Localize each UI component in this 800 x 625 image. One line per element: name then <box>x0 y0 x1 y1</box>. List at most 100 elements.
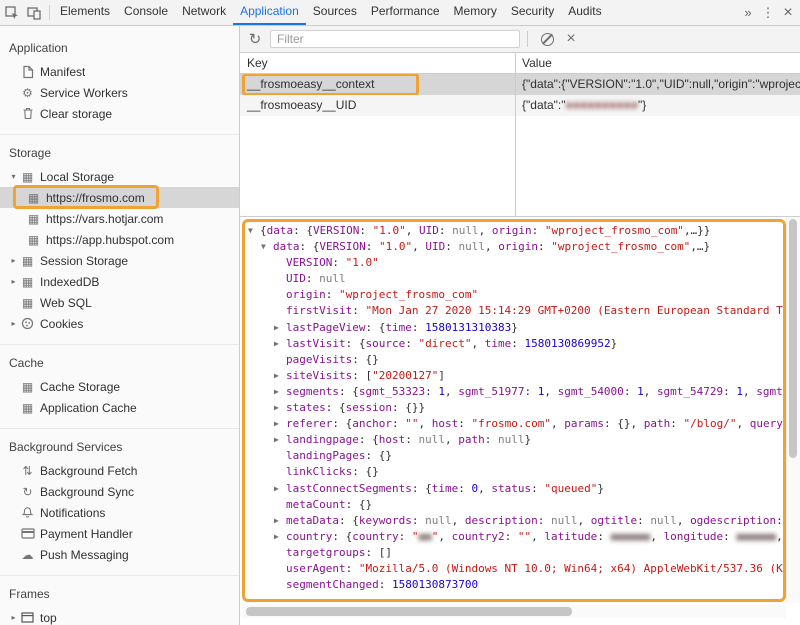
storage-table-icon: ▦ <box>19 401 36 415</box>
expander-collapsed-icon[interactable]: ▸ <box>8 256 19 265</box>
sidebar-item-origin-hotjar[interactable]: ▦ https://vars.hotjar.com <box>0 208 239 229</box>
tab-audits[interactable]: Audits <box>561 0 608 25</box>
storage-table-icon: ▦ <box>25 212 42 226</box>
tab-application[interactable]: Application <box>233 0 306 25</box>
tab-elements[interactable]: Elements <box>53 0 117 25</box>
expander-collapsed-icon[interactable]: ▶ <box>274 416 286 432</box>
filter-input[interactable] <box>270 30 520 48</box>
close-devtools-icon[interactable]: × <box>778 4 798 22</box>
tabbar-right-controls: » ⋮ × <box>738 0 800 25</box>
json-token: : [ <box>352 369 372 382</box>
json-token: : { <box>326 401 346 414</box>
sidebar-item-frame-top[interactable]: ▸ top <box>0 607 239 625</box>
expander-collapsed-icon[interactable]: ▶ <box>274 432 286 448</box>
tab-security[interactable]: Security <box>504 0 561 25</box>
json-token: data <box>273 240 300 253</box>
inspect-element-icon[interactable] <box>1 2 23 24</box>
sidebar-item-label: Local Storage <box>40 170 114 184</box>
expander-collapsed-icon[interactable]: ▸ <box>8 277 19 286</box>
sidebar-item-background-fetch[interactable]: ⇅ Background Fetch <box>0 460 239 481</box>
sidebar-item-manifest[interactable]: Manifest <box>0 61 239 82</box>
json-token: null <box>650 514 677 527</box>
database-icon: ▦ <box>19 296 36 310</box>
json-token: country2 <box>452 530 505 543</box>
sidebar-item-label: Background Sync <box>40 485 134 499</box>
sidebar-item-indexeddb[interactable]: ▸ ▦ IndexedDB <box>0 271 239 292</box>
json-token: : { <box>300 240 320 253</box>
expander-collapsed-icon[interactable]: ▶ <box>274 384 286 400</box>
sidebar-item-clear-storage[interactable]: Clear storage <box>0 103 239 124</box>
sidebar-item-service-workers[interactable]: ⚙ Service Workers <box>0 82 239 103</box>
json-token: : <box>425 385 438 398</box>
json-line: landingPages: {} <box>240 448 800 464</box>
tab-network[interactable]: Network <box>175 0 233 25</box>
expander-expanded-icon[interactable]: ▾ <box>8 172 19 181</box>
expander-collapsed-icon[interactable]: ▶ <box>274 400 286 416</box>
devtools-menu-icon[interactable]: ⋮ <box>758 5 778 21</box>
horizontal-scrollbar-thumb[interactable] <box>246 607 572 616</box>
sidebar-item-label: Cookies <box>40 317 83 331</box>
local-storage-panel: ↻ × Key Value __frosmoeasy__context {"da… <box>240 26 800 625</box>
json-token: ,…}} <box>684 224 711 237</box>
sidebar-item-label: Background Fetch <box>40 464 137 478</box>
device-toolbar-icon[interactable] <box>23 2 45 24</box>
json-token: : {} <box>346 498 373 511</box>
vertical-scrollbar-thumb[interactable] <box>789 219 797 458</box>
tab-performance[interactable]: Performance <box>364 0 447 25</box>
json-token: country <box>352 530 398 543</box>
sidebar-item-local-storage[interactable]: ▾ ▦ Local Storage <box>0 166 239 187</box>
section-title-background-services: Background Services <box>0 437 239 460</box>
sidebar-item-web-sql[interactable]: ▦ Web SQL <box>0 292 239 313</box>
json-token: : <box>532 224 545 237</box>
delete-selected-icon[interactable]: × <box>559 27 583 51</box>
expander-collapsed-icon[interactable]: ▶ <box>274 481 286 497</box>
tab-console[interactable]: Console <box>117 0 175 25</box>
column-divider[interactable] <box>515 53 516 216</box>
tab-sources[interactable]: Sources <box>306 0 364 25</box>
table-row[interactable]: __frosmoeasy__context {"data":{"VERSION"… <box>240 74 800 95</box>
json-token: targetgroups <box>286 546 365 559</box>
json-token: null <box>425 514 452 527</box>
sidebar-item-session-storage[interactable]: ▸ ▦ Session Storage <box>0 250 239 271</box>
tab-memory[interactable]: Memory <box>447 0 504 25</box>
json-line: pageVisits: {} <box>240 352 800 368</box>
expander-expanded-icon[interactable]: ▼ <box>248 223 260 239</box>
sidebar-item-origin-frosmo[interactable]: ▦ https://frosmo.com <box>0 187 239 208</box>
json-token: lastPageView <box>286 321 365 334</box>
sidebar-item-payment-handler[interactable]: Payment Handler <box>0 523 239 544</box>
json-token: session <box>346 401 392 414</box>
json-token: : { <box>412 482 432 495</box>
expander-expanded-icon[interactable]: ▼ <box>261 239 273 255</box>
section-title-application: Application <box>0 38 239 61</box>
json-token: ] <box>438 369 445 382</box>
expander-collapsed-icon[interactable]: ▶ <box>274 368 286 384</box>
sidebar-item-application-cache[interactable]: ▦ Application Cache <box>0 397 239 418</box>
refresh-icon[interactable]: ↻ <box>243 27 267 51</box>
expander-collapsed-icon[interactable]: ▸ <box>8 319 19 328</box>
expander-collapsed-icon[interactable]: ▶ <box>274 336 286 352</box>
json-token: , <box>418 417 431 430</box>
expander-collapsed-icon[interactable]: ▶ <box>274 320 286 336</box>
json-token: : {} <box>352 353 379 366</box>
table-row[interactable]: __frosmoeasy__UID {"data":"■■■■■■■■■■"} <box>240 95 800 116</box>
storage-table-icon: ▦ <box>19 170 36 184</box>
column-header-key: Key <box>240 53 515 73</box>
clear-all-icon[interactable] <box>535 27 559 51</box>
more-tabs-icon[interactable]: » <box>738 5 758 20</box>
sidebar-item-background-sync[interactable]: ↻ Background Sync <box>0 481 239 502</box>
sidebar-item-cache-storage[interactable]: ▦ Cache Storage <box>0 376 239 397</box>
json-token: UID <box>286 272 306 285</box>
database-icon: ▦ <box>19 275 36 289</box>
sidebar-item-origin-hubspot[interactable]: ▦ https://app.hubspot.com <box>0 229 239 250</box>
json-token: firstVisit <box>286 304 352 317</box>
sidebar-item-cookies[interactable]: ▸ Cookies <box>0 313 239 334</box>
json-token: : <box>458 417 471 430</box>
sidebar-item-label: Cache Storage <box>40 380 120 394</box>
sidebar-item-notifications[interactable]: Notifications <box>0 502 239 523</box>
sidebar-item-push-messaging[interactable]: ☁ Push Messaging <box>0 544 239 565</box>
expander-collapsed-icon[interactable]: ▶ <box>274 529 286 545</box>
json-token: : <box>352 304 365 317</box>
expander-collapsed-icon[interactable]: ▶ <box>274 513 286 529</box>
expander-collapsed-icon[interactable]: ▸ <box>8 613 19 622</box>
manifest-icon <box>19 65 36 79</box>
